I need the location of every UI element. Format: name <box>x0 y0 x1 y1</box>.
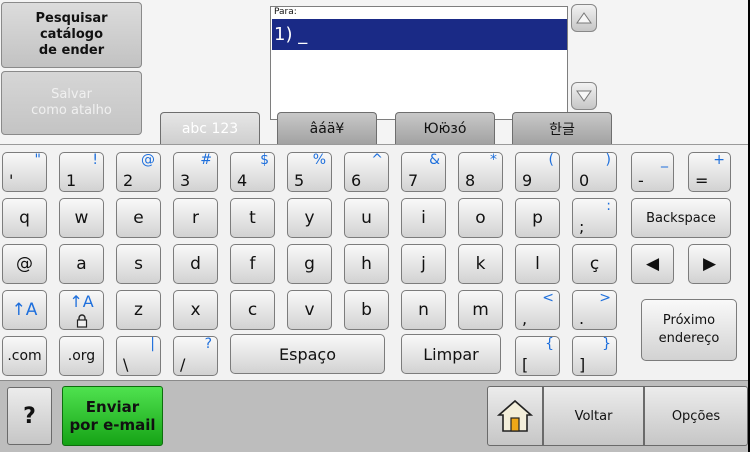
recipient-label: Para: <box>274 7 297 17</box>
key-p[interactable]: p <box>515 198 560 238</box>
key-backslash[interactable]: | \ <box>116 336 161 376</box>
key-c[interactable]: c <box>230 290 275 330</box>
key-period[interactable]: >. <box>572 290 617 330</box>
clear-button[interactable]: Limpar <box>401 334 501 374</box>
options-button[interactable]: Opções <box>644 386 748 446</box>
key-v[interactable]: v <box>287 290 332 330</box>
scroll-down-button[interactable] <box>571 82 597 110</box>
key-r[interactable]: r <box>173 198 218 238</box>
back-button[interactable]: Voltar <box>543 386 644 446</box>
home-button[interactable] <box>487 386 543 446</box>
key-t[interactable]: t <box>230 198 275 238</box>
tab-korean[interactable]: 한글 <box>512 112 612 144</box>
key-l[interactable]: l <box>515 244 560 284</box>
key-q[interactable]: q <box>2 198 47 238</box>
key-comma[interactable]: <, <box>515 290 560 330</box>
key-9[interactable]: (9 <box>515 152 560 192</box>
key-apostrophe[interactable]: " ' <box>2 152 47 192</box>
key-3[interactable]: #3 <box>173 152 218 192</box>
lock-icon <box>76 314 87 328</box>
screen: Pesquisar catálogo de ender Salvar como … <box>0 0 750 452</box>
recipient-field[interactable]: Para: 1) _ <box>270 6 568 120</box>
key-y[interactable]: y <box>287 198 332 238</box>
key-4[interactable]: $4 <box>230 152 275 192</box>
key-right-bracket[interactable]: }] <box>572 336 617 376</box>
key-u[interactable]: u <box>344 198 389 238</box>
caps-lock-button[interactable]: ↑A <box>59 290 104 330</box>
key-equals[interactable]: + = <box>688 152 731 192</box>
shift-button[interactable]: ↑A <box>2 290 47 330</box>
key-cedilla[interactable]: ç <box>572 244 617 284</box>
key-m[interactable]: m <box>458 290 503 330</box>
key-i[interactable]: i <box>401 198 446 238</box>
key-minus[interactable]: _ - <box>631 152 674 192</box>
key-2[interactable]: @2 <box>116 152 161 192</box>
key-g[interactable]: g <box>287 244 332 284</box>
backspace-button[interactable]: Backspace <box>631 198 731 238</box>
search-address-book-button[interactable]: Pesquisar catálogo de ender <box>1 2 142 68</box>
key-a[interactable]: a <box>59 244 104 284</box>
triangle-up-icon <box>576 12 592 24</box>
space-button[interactable]: Espaço <box>230 334 385 374</box>
key-0[interactable]: ) 0 <box>572 152 617 192</box>
key-7[interactable]: & 7 <box>401 152 446 192</box>
tab-abc123[interactable]: abc 123 <box>160 112 260 144</box>
key-dotorg[interactable]: .org <box>59 336 104 376</box>
key-e[interactable]: e <box>116 198 161 238</box>
home-icon <box>497 399 533 432</box>
next-address-button[interactable]: Próximo endereço <box>641 299 737 361</box>
key-w[interactable]: w <box>59 198 104 238</box>
send-email-button[interactable]: Enviar por e-mail <box>62 386 163 446</box>
key-o[interactable]: o <box>458 198 503 238</box>
key-k[interactable]: k <box>458 244 503 284</box>
key-dotcom[interactable]: .com <box>2 336 47 376</box>
key-left-bracket[interactable]: {[ <box>515 336 560 376</box>
key-h[interactable]: h <box>344 244 389 284</box>
scroll-up-button[interactable] <box>571 4 597 32</box>
key-6[interactable]: ^ 6 <box>344 152 389 192</box>
help-button[interactable]: ? <box>7 387 52 445</box>
key-d[interactable]: d <box>173 244 218 284</box>
tab-cyrillic[interactable]: Юю̈зó <box>395 112 495 144</box>
key-semicolon[interactable]: :; <box>572 198 617 238</box>
save-shortcut-button: Salvar como atalho <box>1 71 142 135</box>
key-n[interactable]: n <box>401 290 446 330</box>
key-s[interactable]: s <box>116 244 161 284</box>
key-j[interactable]: j <box>401 244 446 284</box>
triangle-down-icon <box>576 90 592 102</box>
key-f[interactable]: f <box>230 244 275 284</box>
key-slash[interactable]: ? / <box>173 336 218 376</box>
key-8[interactable]: * 8 <box>458 152 503 192</box>
key-b[interactable]: b <box>344 290 389 330</box>
left-arrow-icon: ◀ <box>645 254 660 274</box>
key-1[interactable]: ! 1 <box>59 152 104 192</box>
cursor-left-button[interactable]: ◀ <box>631 244 674 284</box>
key-at[interactable]: @ <box>2 244 47 284</box>
tab-accented[interactable]: âáä¥ <box>277 112 377 144</box>
key-5[interactable]: % 5 <box>287 152 332 192</box>
cursor-right-button[interactable]: ▶ <box>688 244 731 284</box>
right-arrow-icon: ▶ <box>702 254 717 274</box>
key-z[interactable]: z <box>116 290 161 330</box>
key-x[interactable]: x <box>173 290 218 330</box>
recipient-entry[interactable]: 1) _ <box>272 19 567 50</box>
